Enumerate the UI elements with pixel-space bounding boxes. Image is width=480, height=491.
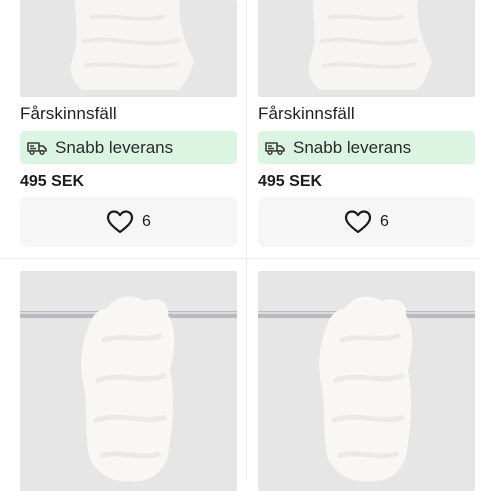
product-card[interactable]: Fårskinnsfäll Snabb leverans 495 SEK 6	[20, 0, 238, 250]
delivery-badge: Snabb leverans	[258, 131, 475, 164]
product-title[interactable]: Fårskinnsfäll	[258, 104, 355, 124]
truck-icon	[27, 141, 47, 155]
product-card[interactable]	[20, 259, 238, 491]
product-image[interactable]	[20, 271, 237, 491]
product-image[interactable]	[258, 271, 475, 491]
delivery-badge: Snabb leverans	[20, 131, 237, 164]
product-image[interactable]	[258, 0, 475, 97]
product-price: 495 SEK	[258, 173, 323, 190]
product-title[interactable]: Fårskinnsfäll	[20, 104, 117, 124]
delivery-badge-label: Snabb leverans	[293, 137, 412, 157]
truck-icon	[265, 141, 285, 155]
product-price: 495 SEK	[20, 173, 85, 190]
favorite-count: 6	[380, 213, 389, 230]
product-card[interactable]: Fårskinnsfäll Snabb leverans 495 SEK 6	[258, 0, 476, 250]
favorite-count: 6	[142, 213, 151, 230]
column-divider	[246, 0, 247, 480]
heart-icon	[106, 210, 134, 234]
product-grid: Fårskinnsfäll Snabb leverans 495 SEK 6 F…	[0, 0, 480, 491]
heart-icon	[344, 210, 372, 234]
delivery-badge-label: Snabb leverans	[55, 137, 174, 157]
favorite-button[interactable]: 6	[258, 197, 475, 247]
product-card[interactable]	[258, 259, 476, 491]
favorite-button[interactable]: 6	[20, 197, 237, 247]
product-image[interactable]	[20, 0, 237, 97]
